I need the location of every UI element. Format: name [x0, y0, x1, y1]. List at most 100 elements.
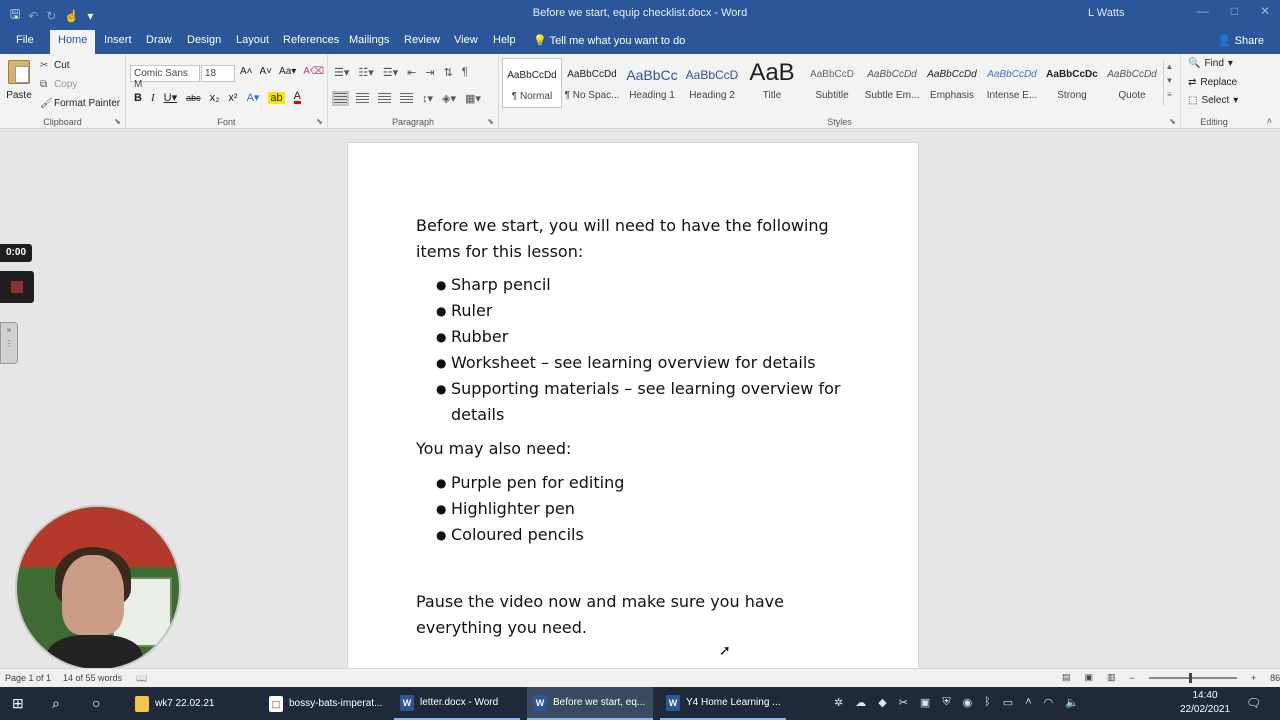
grow-font-icon[interactable]: A˄ [240, 66, 253, 77]
align-center-icon[interactable] [356, 93, 369, 104]
multilevel-list-icon[interactable]: ☲▾ [383, 66, 398, 79]
tab-design[interactable]: Design [187, 34, 221, 46]
list-item[interactable]: ● Worksheet – see learning overview for d… [436, 350, 871, 376]
tab-view[interactable]: View [454, 34, 478, 46]
subscript-icon[interactable]: x₂ [210, 92, 220, 104]
tab-references[interactable]: References [283, 34, 339, 46]
cut-button[interactable]: ✂ Cut [40, 60, 70, 71]
collapse-ribbon-icon[interactable]: ˄ [1267, 116, 1272, 126]
select-button[interactable]: ⬚ Select ▾ [1188, 95, 1238, 106]
clear-formatting-icon[interactable]: A⌫ [303, 66, 324, 77]
security-icon[interactable]: ⛨ [942, 696, 950, 709]
style-heading-1[interactable]: AaBbCc Heading 1 [622, 58, 682, 108]
notification-center-icon[interactable]: 🗨 [1246, 696, 1261, 710]
list-item[interactable]: ● Sharp pencil [436, 272, 851, 298]
list-item[interactable]: ● Purple pen for editing [436, 470, 851, 496]
shading-icon[interactable]: ◈▾ [442, 92, 456, 105]
change-case-icon[interactable]: Aa▾ [279, 66, 296, 77]
font-color-icon[interactable]: A [293, 91, 302, 104]
minimize-button[interactable]: — [1197, 4, 1209, 18]
onedrive-icon[interactable]: ☁ [855, 696, 866, 709]
wifi-icon[interactable]: ◠ [1044, 696, 1054, 709]
strikethrough-icon[interactable]: abc [186, 93, 201, 103]
chevron-down-icon[interactable]: ▼ [1164, 74, 1175, 88]
format-painter-button[interactable]: 🖌 Format Painter [40, 98, 120, 109]
style-strong[interactable]: AaBbCcDc Strong [1042, 58, 1102, 108]
italic-icon[interactable]: I [151, 92, 155, 104]
line-spacing-icon[interactable]: ↕▾ [422, 92, 433, 105]
taskbar-app-word-learning[interactable]: W Y4 Home Learning ... [660, 687, 786, 720]
styles-launcher-icon[interactable]: ⬊ [1169, 117, 1176, 126]
search-icon[interactable]: ⌕ [52, 695, 60, 712]
shrink-font-icon[interactable]: A˅ [260, 66, 273, 77]
zoom-out-icon[interactable]: − [1130, 673, 1135, 683]
cortana-icon[interactable]: ○ [92, 695, 100, 711]
style-heading-2[interactable]: AaBbCcD Heading 2 [682, 58, 742, 108]
sort-icon[interactable]: ⇅ [444, 66, 453, 79]
maximize-button[interactable]: □ [1231, 4, 1238, 18]
close-button[interactable]: ✕ [1260, 4, 1270, 18]
font-name-input[interactable]: Comic Sans M [130, 65, 200, 90]
list-item[interactable]: ● Supporting materials – see learning ove… [436, 376, 856, 428]
document-page[interactable]: Before we start, you will need to have t… [347, 142, 919, 672]
teams-icon[interactable]: ◆ [878, 696, 886, 709]
increase-indent-icon[interactable]: ⇥ [425, 66, 434, 79]
font-launcher-icon[interactable]: ⬊ [316, 117, 323, 126]
settings-gear-icon[interactable]: ✲ [834, 696, 843, 709]
tab-insert[interactable]: Insert [104, 34, 132, 46]
more-styles-icon[interactable]: ≡ [1164, 88, 1175, 102]
style-emphasis[interactable]: AaBbCcDd Emphasis [922, 58, 982, 108]
list-item[interactable]: ● Highlighter pen [436, 496, 851, 522]
list-item[interactable]: ● Rubber [436, 324, 851, 350]
align-left-icon[interactable] [332, 91, 349, 106]
also-need-paragraph[interactable]: You may also need: [416, 436, 856, 462]
pause-paragraph[interactable]: Pause the video now and make sure you ha… [416, 589, 796, 641]
network-icon[interactable]: ▭ [1003, 696, 1013, 709]
tab-home[interactable]: Home [50, 30, 96, 54]
show-marks-icon[interactable]: ¶ [462, 66, 468, 79]
clipboard-launcher-icon[interactable]: ⬊ [114, 117, 121, 126]
recorder-toolbar-handle[interactable]: » ⋮ [0, 322, 18, 364]
snipping-tool-icon[interactable]: ✂ [899, 696, 908, 709]
highlight-icon[interactable]: ab [268, 91, 285, 104]
zoom-in-icon[interactable]: + [1251, 673, 1256, 683]
copy-button[interactable]: ⧉ Copy [40, 79, 77, 90]
styles-gallery-scroll[interactable]: ▲ ▼ ≡ [1163, 60, 1175, 106]
taskbar-clock[interactable]: 14:40 22/02/2021 [1180, 689, 1230, 717]
word-count[interactable]: 14 of 55 words [63, 673, 122, 683]
style-subtitle[interactable]: AaBbCcD Subtitle [802, 58, 862, 108]
tab-review[interactable]: Review [404, 34, 440, 46]
style-normal[interactable]: AaBbCcDd ¶ Normal [502, 58, 562, 108]
screen-capture-icon[interactable]: ▣ [920, 696, 930, 709]
style-intense-emphasis[interactable]: AaBbCcDd Intense E... [982, 58, 1042, 108]
list-item[interactable]: ● Coloured pencils [436, 522, 851, 548]
read-mode-icon[interactable]: ▤ [1062, 672, 1071, 683]
stop-recording-button[interactable] [0, 271, 34, 303]
paste-button[interactable]: Paste [6, 60, 32, 101]
text-effects-icon[interactable]: A▾ [247, 91, 260, 104]
numbering-icon[interactable]: ☷▾ [358, 66, 373, 79]
bold-icon[interactable]: B [134, 92, 142, 104]
list-item[interactable]: ● Ruler [436, 298, 851, 324]
chrome-icon[interactable]: ◉ [963, 696, 973, 709]
zoom-slider[interactable] [1148, 672, 1237, 683]
style-no-spacing[interactable]: AaBbCcDd ¶ No Spac... [562, 58, 622, 108]
taskbar-app-word-checklist[interactable]: W Before we start, eq... [527, 687, 653, 720]
print-layout-icon[interactable]: ▣ [1085, 672, 1094, 683]
superscript-icon[interactable]: x² [228, 92, 237, 104]
tab-mailings[interactable]: Mailings [349, 34, 389, 46]
decrease-indent-icon[interactable]: ⇤ [407, 66, 416, 79]
chevron-up-icon[interactable]: ˄ [1025, 696, 1031, 709]
taskbar-app-pdf[interactable]: ⬚ bossy-bats-imperat... [263, 687, 389, 720]
page-count[interactable]: Page 1 of 1 [5, 673, 51, 683]
proofing-icon[interactable]: 📖 [136, 673, 147, 684]
zoom-thumb[interactable] [1188, 672, 1192, 683]
tab-help[interactable]: Help [493, 34, 516, 46]
tab-draw[interactable]: Draw [146, 34, 172, 46]
find-button[interactable]: 🔍 Find ▾ [1188, 58, 1233, 69]
web-layout-icon[interactable]: ▥ [1107, 672, 1116, 683]
bullets-icon[interactable]: ☰▾ [334, 66, 349, 79]
style-quote[interactable]: AaBbCcDd Quote [1102, 58, 1162, 108]
tab-layout[interactable]: Layout [236, 34, 269, 46]
style-subtle-emphasis[interactable]: AaBbCcDd Subtle Em... [862, 58, 922, 108]
